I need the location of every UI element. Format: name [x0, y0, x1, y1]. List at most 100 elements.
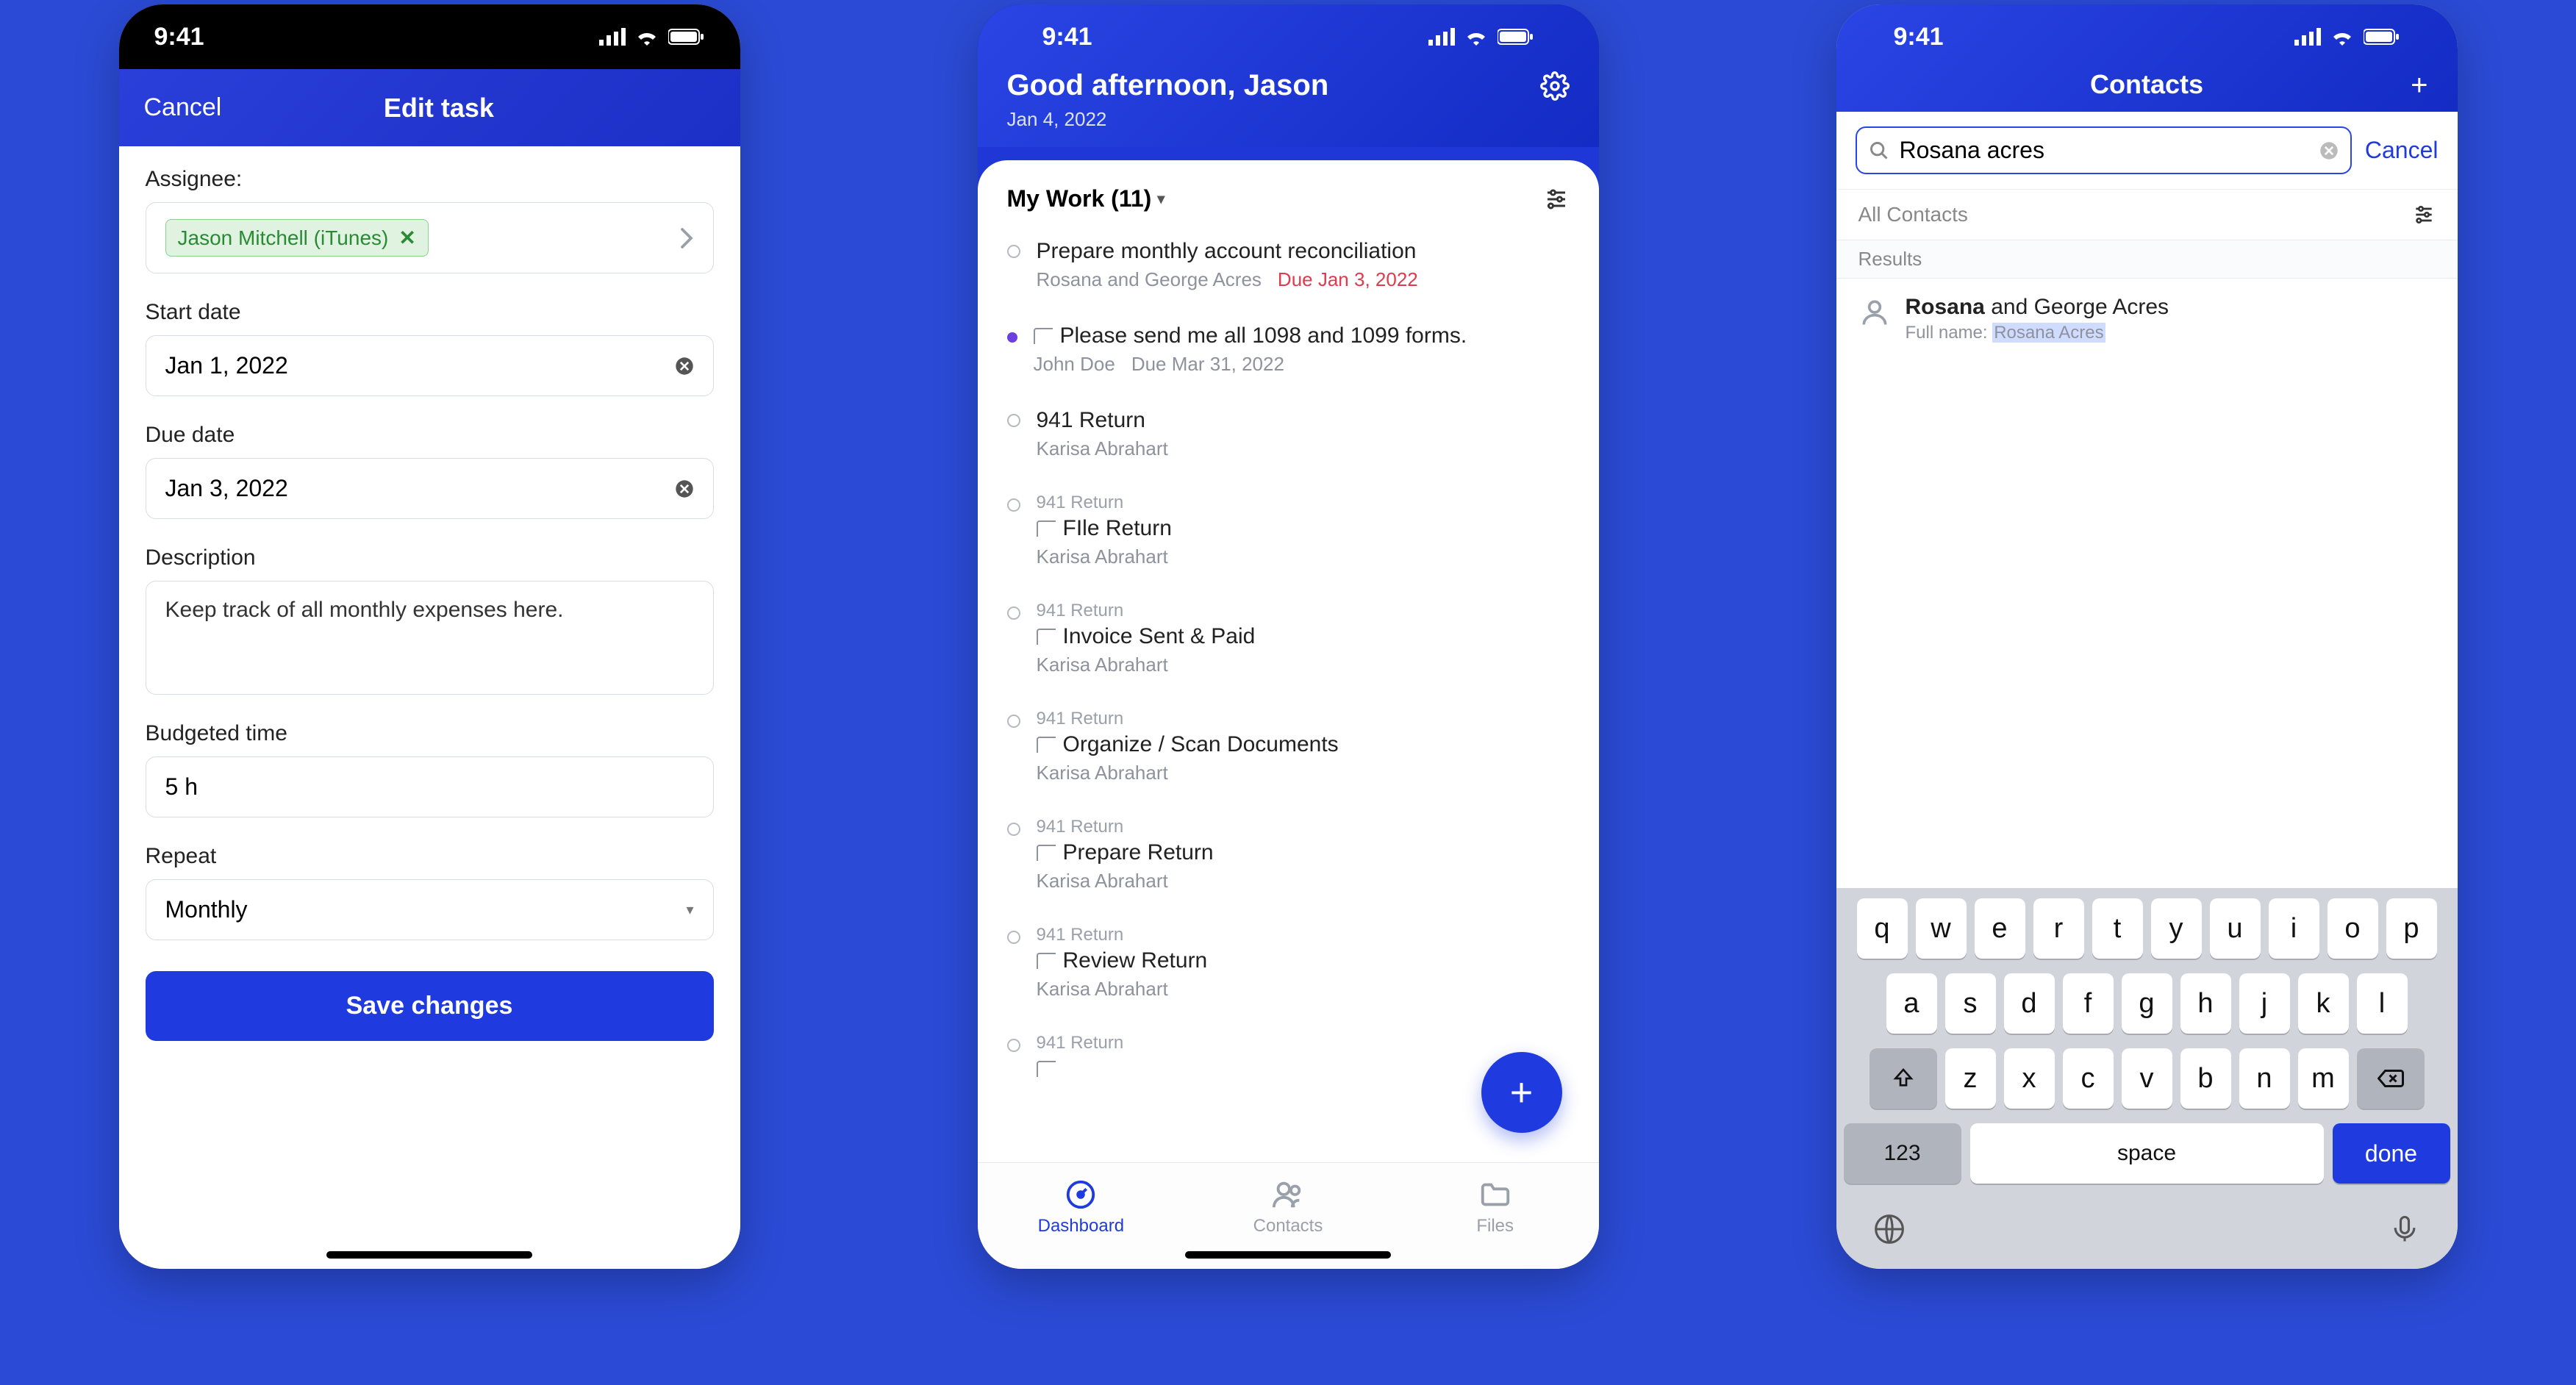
assignee-chip[interactable]: Jason Mitchell (iTunes) ✕: [165, 219, 429, 257]
signal-bars-icon: [2294, 28, 2321, 46]
clear-due-date-icon[interactable]: [675, 479, 694, 498]
key-a[interactable]: a: [1886, 973, 1937, 1034]
filter-button[interactable]: [1543, 186, 1570, 212]
my-work-dropdown[interactable]: My Work (11) ▾: [1007, 185, 1165, 212]
chip-remove-icon[interactable]: ✕: [398, 226, 415, 250]
task-bullet-icon[interactable]: [1007, 823, 1020, 836]
contact-result[interactable]: Rosana and George Acres Full name: Rosan…: [1836, 279, 2458, 359]
key-d[interactable]: d: [2004, 973, 2055, 1034]
task-row[interactable]: Prepare monthly account reconciliationRo…: [1007, 223, 1570, 307]
task-bullet-icon[interactable]: [1007, 498, 1020, 512]
task-bullet-icon[interactable]: [1007, 931, 1020, 944]
status-bar: 9:41: [119, 4, 740, 69]
task-assignee: Karisa Abrahart: [1037, 978, 1168, 1001]
key-h[interactable]: h: [2180, 973, 2231, 1034]
start-date-field[interactable]: Jan 1, 2022: [146, 335, 714, 396]
task-row[interactable]: 941 ReturnOrganize / Scan DocumentsKaris…: [1007, 692, 1570, 801]
key-l[interactable]: l: [2357, 973, 2408, 1034]
wifi-icon: [1464, 28, 1489, 46]
key-p[interactable]: p: [2386, 898, 2437, 959]
start-date-value: Jan 1, 2022: [165, 352, 288, 379]
key-j[interactable]: j: [2239, 973, 2290, 1034]
tab-contacts[interactable]: Contacts: [1184, 1163, 1392, 1250]
section-all-contacts[interactable]: All Contacts: [1858, 203, 1968, 226]
key-t[interactable]: t: [2092, 898, 2143, 959]
task-bullet-icon[interactable]: [1007, 1039, 1020, 1052]
battery-icon: [2364, 28, 2400, 46]
shift-key[interactable]: [1870, 1048, 1937, 1109]
subtask-icon: [1037, 953, 1056, 969]
budgeted-time-field[interactable]: 5 h: [146, 756, 714, 817]
key-i[interactable]: i: [2269, 898, 2319, 959]
task-list[interactable]: Prepare monthly account reconciliationRo…: [978, 223, 1599, 1162]
cancel-search-button[interactable]: Cancel: [2365, 137, 2439, 164]
save-button[interactable]: Save changes: [146, 971, 714, 1041]
tab-files-label: Files: [1476, 1216, 1514, 1237]
add-contact-button[interactable]: +: [2411, 69, 2427, 102]
assignee-field[interactable]: Jason Mitchell (iTunes) ✕: [146, 202, 714, 273]
key-f[interactable]: f: [2063, 973, 2114, 1034]
description-field[interactable]: Keep track of all monthly expenses here.: [146, 581, 714, 695]
description-value: Keep track of all monthly expenses here.: [165, 598, 564, 622]
key-x[interactable]: x: [2004, 1048, 2055, 1109]
key-c[interactable]: c: [2063, 1048, 2114, 1109]
key-g[interactable]: g: [2122, 973, 2172, 1034]
numbers-key[interactable]: 123: [1844, 1123, 1961, 1184]
key-q[interactable]: q: [1857, 898, 1908, 959]
key-u[interactable]: u: [2210, 898, 2261, 959]
key-s[interactable]: s: [1945, 973, 1996, 1034]
task-row[interactable]: 941 ReturnInvoice Sent & PaidKarisa Abra…: [1007, 584, 1570, 692]
mic-icon: [2389, 1213, 2421, 1245]
task-row[interactable]: Please send me all 1098 and 1099 forms.J…: [1007, 307, 1570, 392]
key-w[interactable]: w: [1916, 898, 1967, 959]
task-row[interactable]: 941 ReturnKarisa Abrahart: [1007, 392, 1570, 476]
date-text: Jan 4, 2022: [1007, 108, 1570, 131]
search-icon: [1869, 140, 1889, 161]
key-z[interactable]: z: [1945, 1048, 1996, 1109]
key-v[interactable]: v: [2122, 1048, 2172, 1109]
task-assignee: Karisa Abrahart: [1037, 762, 1168, 784]
contacts-title-bar: Contacts +: [1858, 69, 2436, 100]
globe-icon: [1873, 1213, 1906, 1245]
task-bullet-icon[interactable]: [1007, 715, 1020, 728]
search-input[interactable]: [1900, 137, 2309, 164]
key-n[interactable]: n: [2239, 1048, 2290, 1109]
settings-button[interactable]: [1540, 71, 1570, 101]
task-row[interactable]: 941 ReturnPrepare ReturnKarisa Abrahart: [1007, 801, 1570, 909]
budgeted-time-label: Budgeted time: [146, 721, 714, 746]
key-m[interactable]: m: [2298, 1048, 2349, 1109]
task-row[interactable]: 941 ReturnReview ReturnKarisa Abrahart: [1007, 909, 1570, 1017]
emoji-key[interactable]: [1873, 1213, 1906, 1245]
key-k[interactable]: k: [2298, 973, 2349, 1034]
status-bar: 9:41: [1858, 4, 2436, 69]
task-bullet-icon[interactable]: [1007, 606, 1020, 620]
tab-files[interactable]: Files: [1392, 1163, 1599, 1250]
task-row[interactable]: 941 ReturnFIle ReturnKarisa Abrahart: [1007, 476, 1570, 584]
key-o[interactable]: o: [2328, 898, 2378, 959]
mic-key[interactable]: [2389, 1213, 2421, 1245]
key-y[interactable]: y: [2151, 898, 2202, 959]
task-bullet-icon[interactable]: [1007, 414, 1020, 427]
task-parent: 941 Return: [1037, 601, 1570, 621]
backspace-key[interactable]: [2357, 1048, 2425, 1109]
key-b[interactable]: b: [2180, 1048, 2231, 1109]
search-input-wrapper[interactable]: [1856, 126, 2352, 174]
keyboard[interactable]: qwertyuiop asdfghjkl zxcvbnm 123 space d…: [1836, 888, 2458, 1269]
key-e[interactable]: e: [1975, 898, 2025, 959]
filter-button[interactable]: [2412, 203, 2436, 226]
repeat-select[interactable]: Monthly ▾: [146, 879, 714, 940]
task-bullet-icon[interactable]: [1007, 332, 1017, 343]
status-bar: 9:41: [1007, 4, 1570, 69]
tab-dashboard[interactable]: Dashboard: [978, 1163, 1185, 1250]
space-key[interactable]: space: [1970, 1123, 2324, 1184]
done-key[interactable]: done: [2333, 1123, 2450, 1184]
clear-start-date-icon[interactable]: [675, 357, 694, 376]
task-parent: 941 Return: [1037, 709, 1570, 729]
task-bullet-icon[interactable]: [1007, 245, 1020, 258]
due-date-field[interactable]: Jan 3, 2022: [146, 458, 714, 519]
clear-search-icon[interactable]: [2319, 141, 2339, 160]
person-icon: [1858, 296, 1891, 329]
key-r[interactable]: r: [2033, 898, 2084, 959]
signal-bars-icon: [1428, 28, 1455, 46]
add-fab-button[interactable]: +: [1481, 1052, 1562, 1133]
